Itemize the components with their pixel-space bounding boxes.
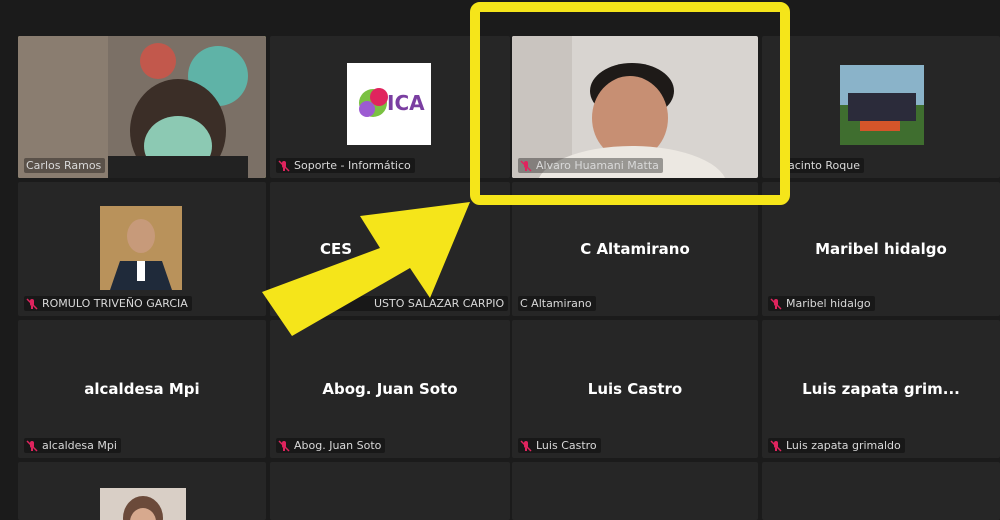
logo-text: ICA [387,91,425,115]
muted-mic-icon [520,159,532,172]
camera-feed-carlos [18,36,266,178]
camera-feed-alvaro [512,36,758,178]
video-tile-romulo[interactable]: ROMULO TRIVEÑO GARCIA [18,182,266,316]
participant-name-label: acinto Roque [786,158,864,173]
participant-name-label: Alvaro Huamani Matta [518,158,663,173]
participant-center-name: Luis zapata grim... [802,380,960,398]
participant-center-name: alcaldesa Mpi [84,380,200,398]
video-tile-jacinto-roque[interactable]: acinto Roque [762,36,1000,178]
muted-mic-icon [520,439,532,452]
video-tile-c-altamirano[interactable]: C Altamirano C Altamirano [512,182,758,316]
team-photo-thumbnail [840,65,924,145]
muted-mic-icon [278,297,290,310]
video-tile-row4-4[interactable] [762,462,1000,520]
video-tile-luis-zapata[interactable]: Luis zapata grim... Luis zapata grimaldo [762,320,1000,458]
profile-photo-romulo [100,206,182,290]
participant-name-label: C Altamirano [518,296,596,311]
video-tile-row4-1[interactable] [18,462,266,520]
logo-thumbnail: ICA [347,63,431,145]
participant-name-label: Abog. Juan Soto [276,438,386,453]
video-tile-soporte[interactable]: ICA Soporte - Informático [270,36,510,178]
participant-name-label: Luis zapata grimaldo [768,438,905,453]
participant-name-label: alcaldesa Mpi [24,438,121,453]
participant-name-label: Soporte - Informático [276,158,415,173]
participant-center-name: CES [320,240,353,258]
muted-mic-icon [770,439,782,452]
video-tile-luis-castro[interactable]: Luis Castro Luis Castro [512,320,758,458]
muted-mic-icon [770,297,782,310]
participant-name-label: Luis Castro [518,438,601,453]
muted-mic-icon [26,439,38,452]
muted-mic-icon [26,297,38,310]
participant-name-label: USTO SALAZAR CARPIO [276,296,509,311]
video-tile-alvaro-huamani[interactable]: Alvaro Huamani Matta [512,36,758,178]
video-tile-cesar[interactable]: CES USTO SALAZAR CARPIO [270,182,510,316]
video-tile-alcaldesa[interactable]: alcaldesa Mpi alcaldesa Mpi [18,320,266,458]
video-tile-row4-2[interactable] [270,462,510,520]
video-tile-juan-soto[interactable]: Abog. Juan Soto Abog. Juan Soto [270,320,510,458]
participant-center-name: Maribel hidalgo [815,240,947,258]
muted-mic-icon [278,159,290,172]
participant-name-label: ROMULO TRIVEÑO GARCIA [24,296,192,311]
participant-center-name: Luis Castro [587,380,683,398]
muted-mic-icon [278,439,290,452]
participant-name-label: Carlos Ramos [24,158,106,173]
participant-center-name: Abog. Juan Soto [322,380,458,398]
profile-photo-row4 [100,488,186,520]
video-tile-row4-3[interactable] [512,462,758,520]
participant-name-label: Maribel hidalgo [768,296,875,311]
participant-center-name: C Altamirano [580,240,690,258]
video-tile-maribel-hidalgo[interactable]: Maribel hidalgo Maribel hidalgo [762,182,1000,316]
video-tile-carlos-ramos[interactable]: Carlos Ramos [18,36,266,178]
